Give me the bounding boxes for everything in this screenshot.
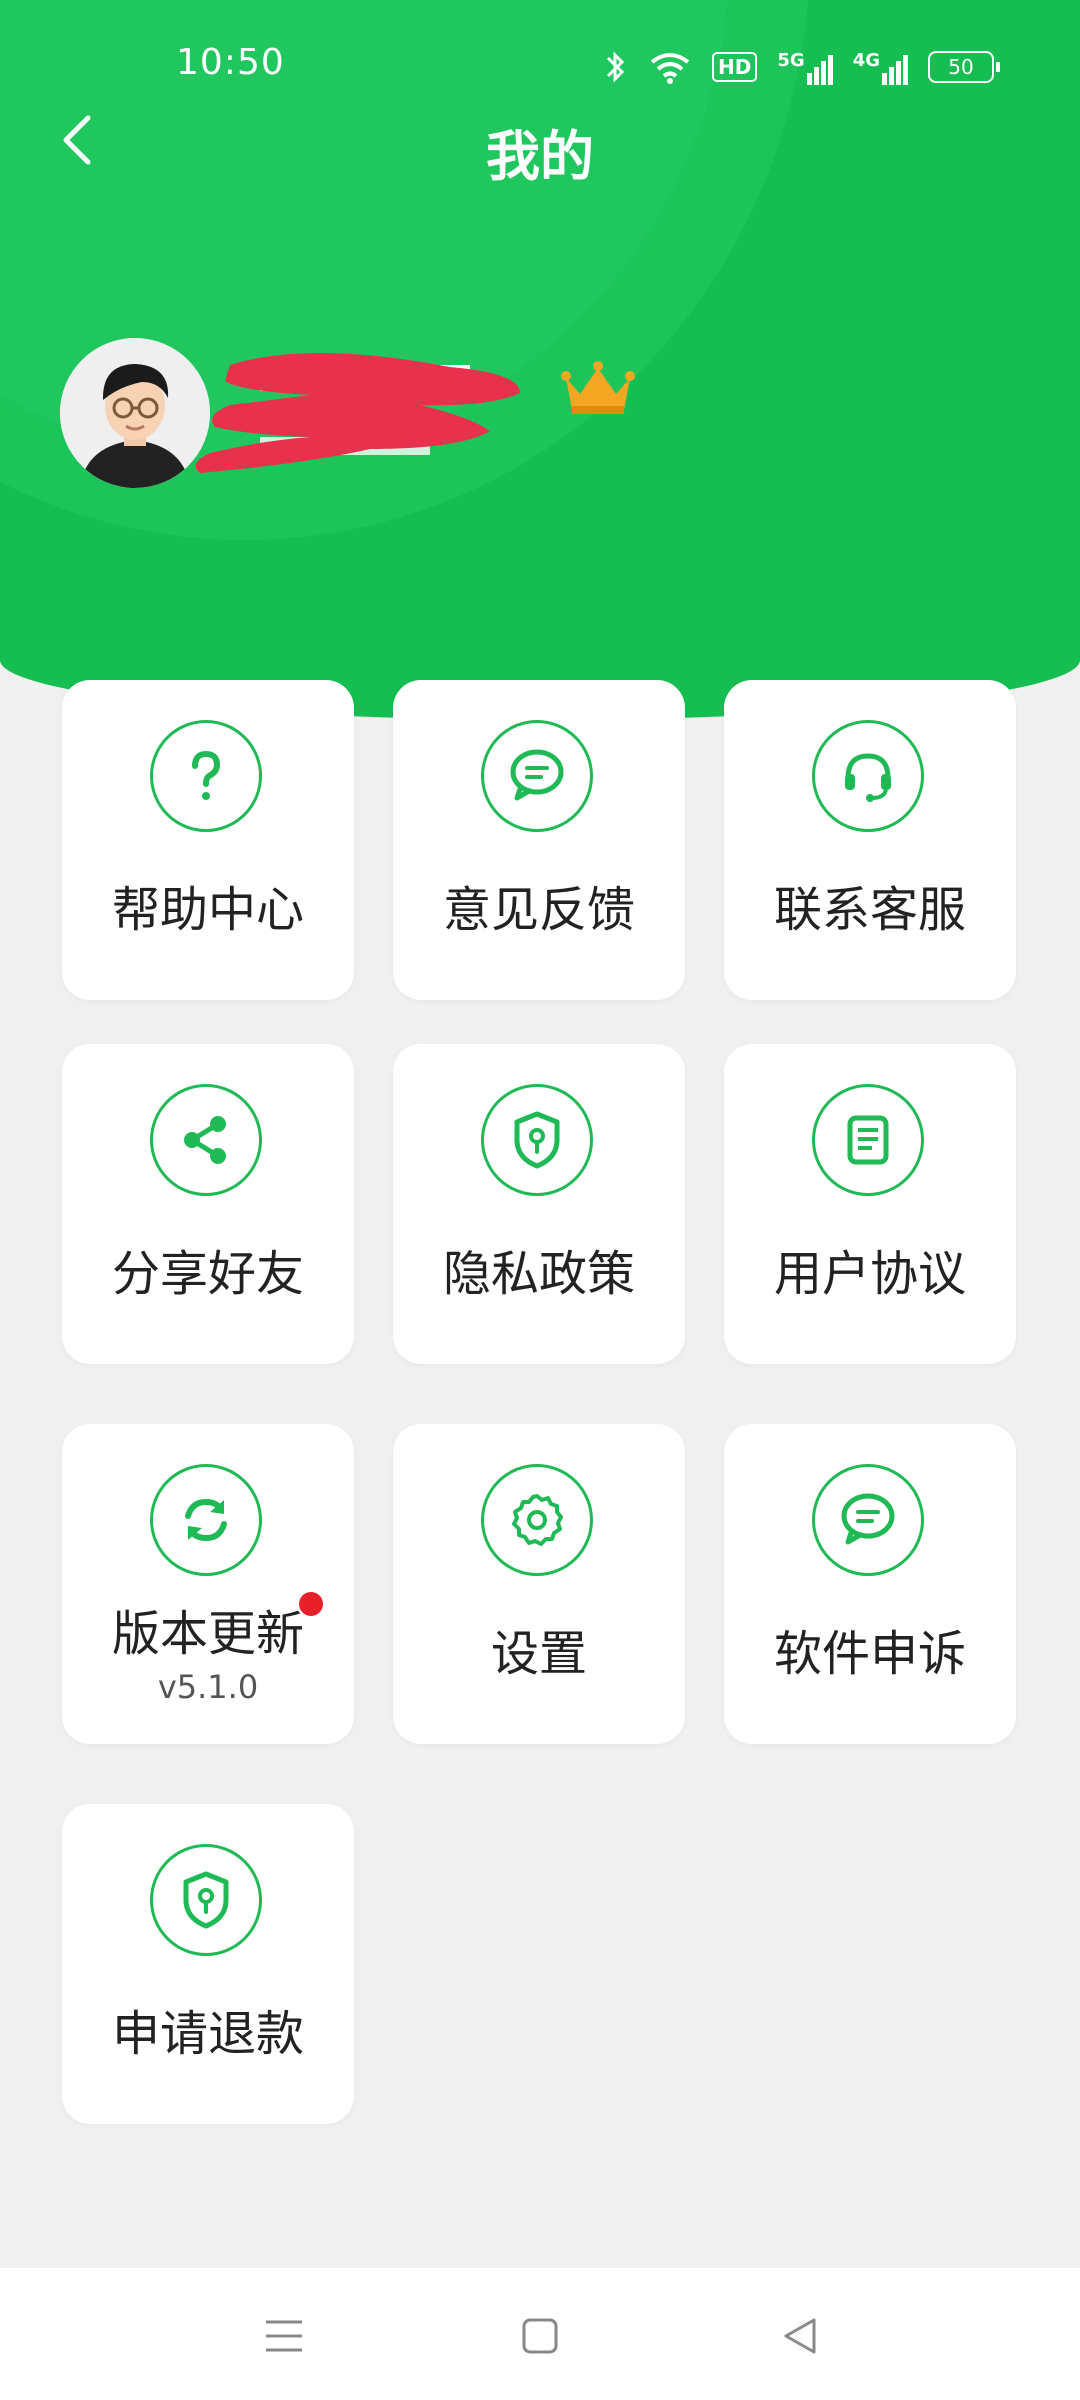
- menu-item-label: 意见反馈: [442, 882, 635, 938]
- avatar-illustration: [60, 338, 210, 488]
- battery-icon: 50: [928, 51, 1000, 83]
- menu-item-label: 版本更新: [111, 1606, 304, 1662]
- menu-item-privacy-policy[interactable]: 隐私政策: [393, 1044, 685, 1364]
- wifi-icon: [650, 53, 690, 84]
- bluetooth-icon: [606, 51, 625, 83]
- menu-nav-icon[interactable]: [260, 2312, 308, 2360]
- signal-4g-icon: 4G: [853, 50, 908, 85]
- menu-item-label: 联系客服: [773, 882, 966, 938]
- menu-item-customer-service[interactable]: 联系客服: [724, 680, 1016, 1000]
- document-icon: [812, 1084, 924, 1196]
- back-nav-icon[interactable]: [776, 2312, 824, 2360]
- menu-item-label: 隐私政策: [442, 1246, 635, 1302]
- menu-item-user-agreement[interactable]: 用户协议: [724, 1044, 1016, 1364]
- share-icon: [150, 1084, 262, 1196]
- menu-item-label: 申请退款: [111, 2006, 304, 2062]
- feedback-icon: [481, 720, 593, 832]
- system-navigation-bar: [0, 2268, 1080, 2400]
- chat-icon: [812, 1464, 924, 1576]
- menu-item-refund[interactable]: 申请退款: [62, 1804, 354, 2124]
- signal-4g-label: 4G: [852, 49, 880, 71]
- menu-item-feedback[interactable]: 意见反馈: [393, 680, 685, 1000]
- refresh-icon: [150, 1464, 262, 1576]
- menu-item-version-update[interactable]: 版本更新 v5.1.0: [62, 1424, 354, 1744]
- shield-icon: [481, 1084, 593, 1196]
- menu-item-label: 设置: [490, 1626, 587, 1682]
- menu-item-software-appeal[interactable]: 软件申诉: [724, 1424, 1016, 1744]
- vip-crown-icon: [561, 361, 635, 414]
- menu-item-label: 软件申诉: [773, 1626, 966, 1682]
- menu-item-label: 分享好友: [111, 1246, 304, 1302]
- status-bar: 10:50 HD 5G 4G 50: [0, 0, 1080, 130]
- page-title: 我的: [486, 125, 594, 188]
- version-number: v5.1.0: [157, 1668, 259, 1706]
- signal-5g-icon: 5G: [777, 49, 833, 85]
- hd-icon: HD: [712, 52, 758, 82]
- home-nav-icon[interactable]: [516, 2312, 564, 2360]
- gear-icon: [481, 1464, 593, 1576]
- signal-5g-label: 5G: [777, 49, 805, 71]
- headset-icon: [812, 720, 924, 832]
- menu-item-help-center[interactable]: 帮助中心: [62, 680, 354, 1000]
- menu-item-label: 用户协议: [773, 1246, 966, 1302]
- menu-item-settings[interactable]: 设置: [393, 1424, 685, 1744]
- battery-level: 50: [928, 51, 994, 83]
- status-icons: HD 5G 4G 50: [602, 48, 1000, 86]
- status-time: 10:50: [176, 42, 285, 83]
- menu-item-share[interactable]: 分享好友: [62, 1044, 354, 1364]
- redacted-username: [195, 352, 520, 473]
- menu-item-label: 帮助中心: [111, 882, 304, 938]
- help-icon: [150, 720, 262, 832]
- shield-icon: [150, 1844, 262, 1956]
- avatar[interactable]: [60, 338, 210, 488]
